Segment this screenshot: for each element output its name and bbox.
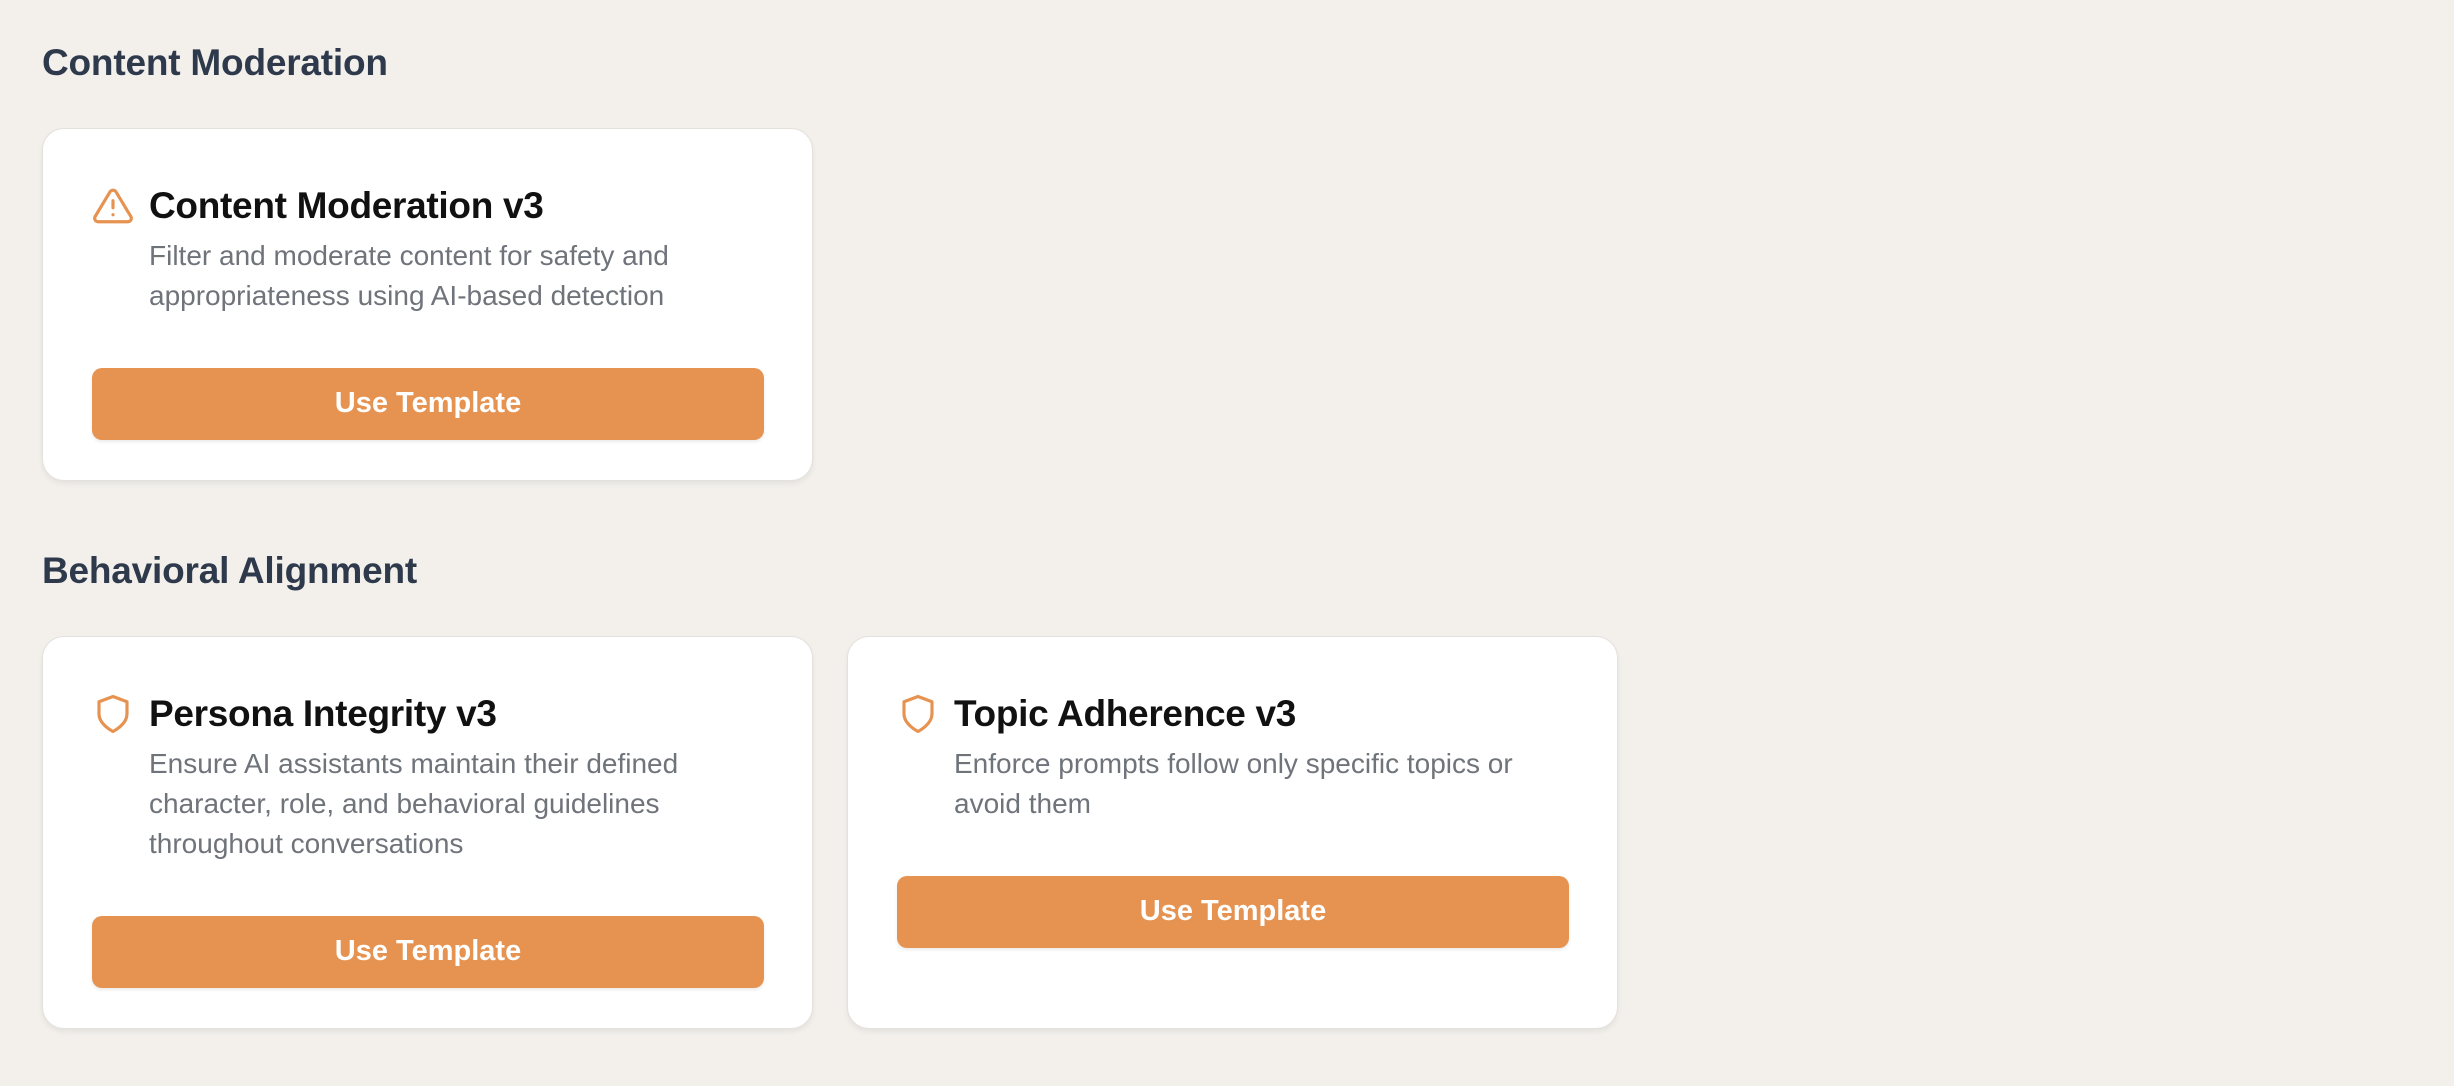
shield-icon (92, 693, 134, 735)
use-template-button[interactable]: Use Template (92, 367, 764, 440)
section-title: Behavioral Alignment (42, 550, 417, 591)
card-description: Ensure AI assistants maintain their defi… (149, 747, 679, 859)
card-title: Content Moderation v3 (149, 185, 544, 226)
template-card-topic-adherence: Topic Adherence v3 Enforce prompts follo… (847, 636, 1618, 1029)
card-grid: Content Moderation v3 Filter and moderat… (42, 128, 813, 481)
shield-icon (897, 693, 939, 735)
card-description: Filter and moderate content for safety a… (149, 239, 669, 311)
section-content-moderation: Content Moderation Content Moderation v3… (42, 44, 813, 481)
card-grid: Persona Integrity v3 Ensure AI assistant… (42, 636, 1618, 1029)
card-description: Enforce prompts follow only specific top… (954, 747, 1513, 819)
card-title: Persona Integrity v3 (149, 693, 497, 734)
template-card-persona-integrity: Persona Integrity v3 Ensure AI assistant… (42, 636, 813, 1029)
template-card-content-moderation: Content Moderation v3 Filter and moderat… (42, 128, 813, 481)
use-template-button[interactable]: Use Template (92, 915, 764, 988)
use-template-button[interactable]: Use Template (897, 875, 1569, 948)
section-behavioral-alignment: Behavioral Alignment Persona Integrity v… (42, 552, 1618, 1029)
card-title: Topic Adherence v3 (954, 693, 1297, 734)
warning-triangle-icon (92, 185, 134, 227)
section-title: Content Moderation (42, 42, 388, 83)
